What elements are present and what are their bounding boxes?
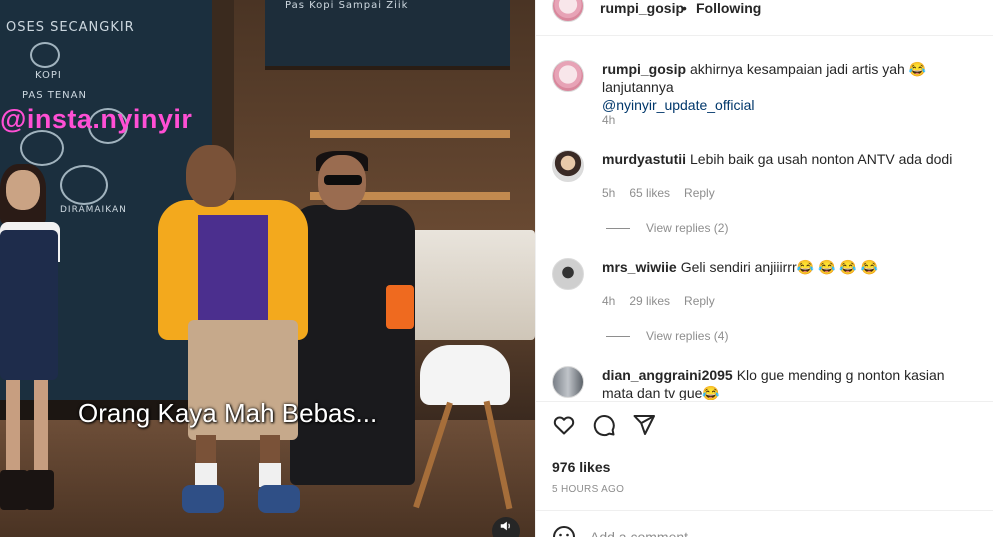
- comment-icon[interactable]: [592, 413, 616, 437]
- following-button[interactable]: Following: [696, 0, 761, 16]
- menu-board: Pas Kopi Sampai Ziik: [265, 0, 510, 70]
- comment-text: Geli sendiri anjiiirrr😂 😂 😂 😂: [680, 259, 879, 275]
- man-black-suit-figure: [290, 151, 420, 485]
- post-header: rumpi_gosip • Following: [536, 0, 993, 24]
- post-timestamp[interactable]: 5 HOURS AGO: [552, 484, 624, 495]
- comment-meta: 5h 65 likes Reply: [602, 186, 715, 200]
- commenter-avatar[interactable]: [552, 258, 584, 290]
- board-text: OSES SECANGKIR: [6, 20, 135, 35]
- man-yellow-jacket-figure: [158, 145, 308, 525]
- chair: [420, 345, 510, 405]
- separator-dot: •: [682, 0, 687, 16]
- reply-button[interactable]: Reply: [684, 186, 715, 200]
- mute-button[interactable]: [492, 517, 520, 537]
- comment-body: murdyastutii Lebih baik ga usah nonton AN…: [602, 150, 992, 168]
- comment-text: Lebih baik ga usah nonton ANTV ada dodi: [690, 151, 953, 167]
- caption-time[interactable]: 4h: [602, 113, 615, 127]
- add-comment-input[interactable]: [590, 529, 920, 537]
- commenter-username[interactable]: dian_anggraini2095: [602, 367, 733, 383]
- heart-icon[interactable]: [552, 413, 576, 437]
- caption-meta: 4h: [602, 113, 615, 127]
- comments-divider: [536, 401, 993, 402]
- view-replies-button[interactable]: View replies (4): [606, 329, 728, 343]
- commenter-username[interactable]: murdyastutii: [602, 151, 686, 167]
- speaker-icon: [500, 521, 510, 531]
- counter: [400, 230, 535, 340]
- video-subtitle: Orang Kaya Mah Bebas...: [78, 398, 378, 428]
- caption-body: rumpi_gosip akhirnya kesampaian jadi arti…: [602, 60, 992, 114]
- woman-figure: [0, 164, 68, 510]
- send-icon[interactable]: [632, 413, 656, 437]
- video-watermark: @insta.nyinyir: [0, 104, 193, 134]
- shelf: [310, 130, 510, 138]
- comment-likes[interactable]: 29 likes: [629, 294, 670, 308]
- view-replies-button[interactable]: View replies (2): [606, 221, 728, 235]
- comment-body: dian_anggraini2095 Klo gue mending g nont…: [602, 366, 962, 400]
- comment-clip: dian_anggraini2095 Klo gue mending g nont…: [536, 360, 993, 400]
- caption-mention-link[interactable]: @nyinyir_update_official: [602, 97, 755, 113]
- view-replies-label: View replies (4): [646, 329, 729, 343]
- board-text: DIRAMAIKAN: [60, 205, 127, 215]
- author-avatar[interactable]: [552, 0, 584, 22]
- board-text: KOPI: [35, 70, 62, 81]
- comment-time[interactable]: 5h: [602, 186, 615, 200]
- replies-line: [606, 335, 630, 337]
- caption-avatar[interactable]: [552, 60, 584, 92]
- comment-likes[interactable]: 65 likes: [629, 186, 670, 200]
- add-comment-bar: [552, 525, 920, 537]
- replies-line: [606, 227, 630, 229]
- view-replies-label: View replies (2): [646, 221, 729, 235]
- comment-time[interactable]: 4h: [602, 294, 615, 308]
- post-actions: [552, 413, 656, 437]
- add-comment-divider: [536, 510, 993, 511]
- commenter-avatar[interactable]: [552, 150, 584, 182]
- post-sidebar: rumpi_gosip • Following rumpi_gosip akhir…: [535, 0, 993, 537]
- post-video[interactable]: Pas Kopi Sampai Ziik OSES SECANGKIR KOPI…: [0, 0, 535, 537]
- caption-username[interactable]: rumpi_gosip: [602, 61, 686, 77]
- comment-meta: 4h 29 likes Reply: [602, 294, 715, 308]
- commenter-username[interactable]: mrs_wiwiie: [602, 259, 677, 275]
- commenter-avatar[interactable]: [552, 366, 584, 398]
- header-divider: [536, 35, 993, 36]
- board-drawing: [20, 130, 64, 166]
- likes-count[interactable]: 976 likes: [552, 459, 610, 475]
- emoji-icon[interactable]: [552, 525, 576, 537]
- author-username[interactable]: rumpi_gosip: [600, 0, 684, 16]
- board-drawing: [30, 42, 60, 68]
- comment-body: mrs_wiwiie Geli sendiri anjiiirrr😂 😂 😂 😂: [602, 258, 992, 276]
- menu-board-text: Pas Kopi Sampai Ziik: [285, 0, 409, 11]
- reply-button[interactable]: Reply: [684, 294, 715, 308]
- board-text: PAS TENAN: [22, 90, 87, 101]
